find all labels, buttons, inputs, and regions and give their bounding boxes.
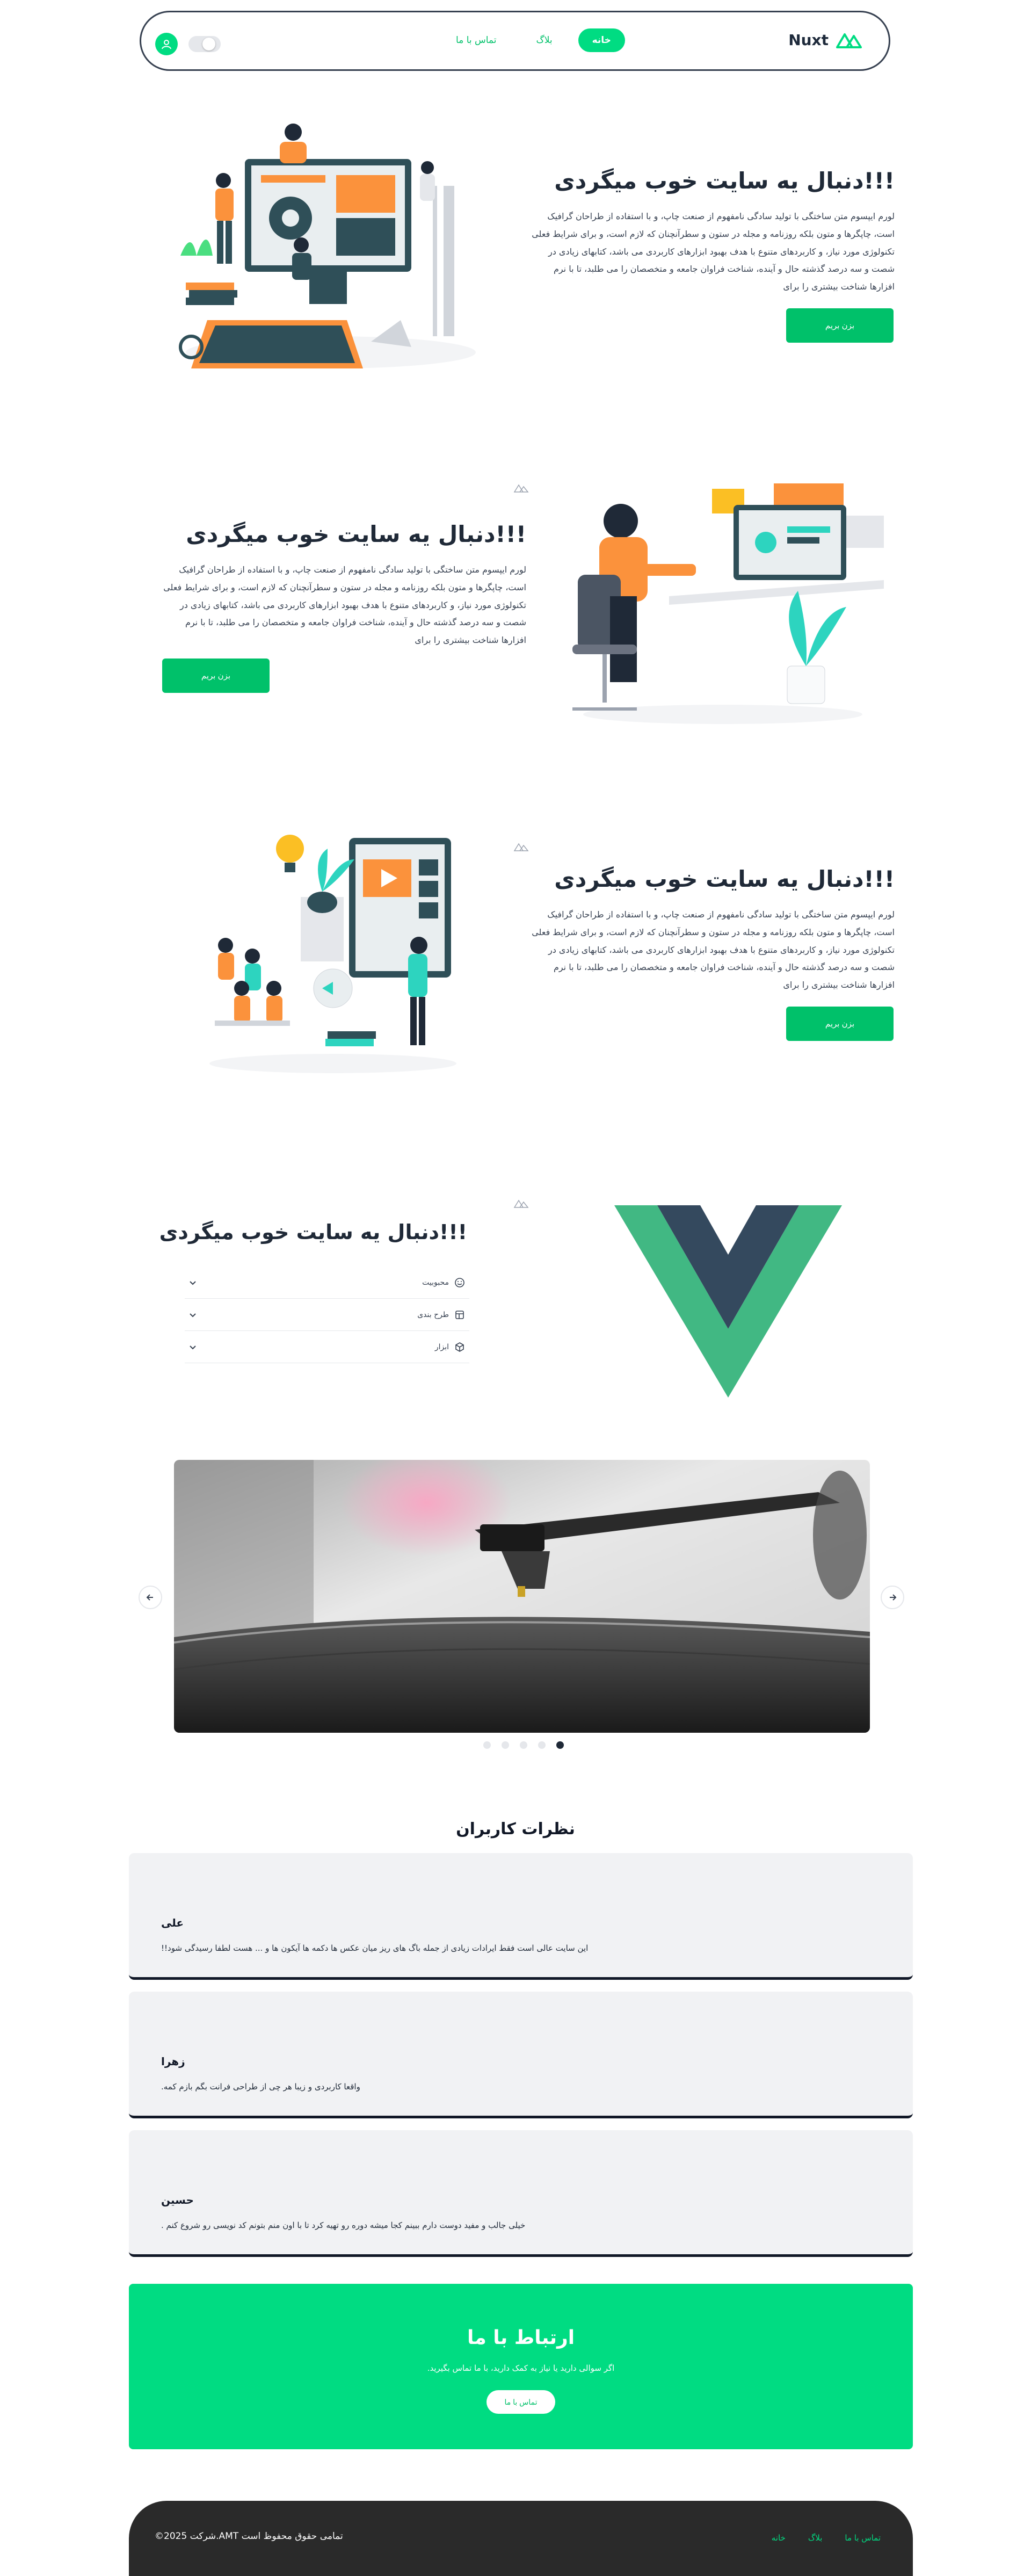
user-icon bbox=[162, 40, 171, 49]
carousel-prev-button[interactable] bbox=[139, 1586, 162, 1609]
contact-section: ارتباط با ما اگر سوالی دارید یا نیاز به … bbox=[129, 2284, 913, 2449]
nav-link-contact[interactable]: تماس با ما bbox=[442, 28, 511, 52]
footer-link-home[interactable]: خانه bbox=[772, 2533, 786, 2543]
comment-text: خیلی جالب و مفید دوست دارم ببینم کجا میش… bbox=[161, 2220, 526, 2230]
accordion-label-group: ابزار bbox=[435, 1342, 465, 1352]
cta-button-2[interactable]: بزن بریم bbox=[162, 659, 270, 693]
contact-title: ارتباط با ما bbox=[467, 2327, 575, 2349]
carousel-dots bbox=[483, 1741, 564, 1749]
nav-link-home[interactable]: خانه bbox=[578, 28, 625, 52]
features-title: !!!دنبال یه سایت خوب میگردی bbox=[159, 1220, 467, 1244]
accordion-item-layout[interactable]: طرح بندی bbox=[185, 1299, 469, 1331]
brand[interactable]: Nuxt bbox=[788, 31, 862, 49]
footer-links: تماس با ما بلاگ خانه bbox=[772, 2533, 881, 2543]
nav-links: خانه بلاگ تماس با ما bbox=[442, 28, 625, 52]
comment-text: واقعا کاربردی و زیبا هر چی از طراحی فران… bbox=[161, 2082, 360, 2092]
carousel-dot[interactable] bbox=[538, 1741, 546, 1749]
accordion-label: محبوبیت bbox=[422, 1278, 449, 1287]
carousel-dot[interactable] bbox=[502, 1741, 509, 1749]
nuxt-logo-icon bbox=[836, 33, 862, 48]
comment-author: حسین bbox=[161, 2194, 194, 2206]
arrow-left-icon bbox=[146, 1594, 153, 1601]
comment-card: زهرا واقعا کاربردی و زیبا هر چی از طراحی… bbox=[129, 1992, 913, 2118]
comment-card: علی این سایت عالی است فقط ایرادات زیادی … bbox=[129, 1853, 913, 1980]
hero-title-1: !!!دنبال یه سایت خوب میگردی bbox=[554, 168, 895, 194]
box-icon bbox=[455, 1342, 464, 1352]
nav-link-blog[interactable]: بلاگ bbox=[522, 28, 567, 52]
layout-icon bbox=[455, 1310, 464, 1319]
hero-body-2: لورم ایپسوم متن ساختگی با تولید سادگی نا… bbox=[163, 565, 526, 646]
comment-author: زهرا bbox=[161, 2055, 185, 2068]
hero-text-2: !!!دنبال یه سایت خوب میگردی لورم ایپسوم … bbox=[161, 521, 526, 649]
accordion-label-group: محبوبیت bbox=[422, 1277, 465, 1288]
carousel-slide[interactable] bbox=[174, 1460, 870, 1733]
accordion-label: ابزار bbox=[434, 1342, 449, 1351]
hero-text-3: !!!دنبال یه سایت خوب میگردی لورم ایپسوم … bbox=[529, 866, 895, 994]
brand-name: Nuxt bbox=[788, 31, 829, 49]
arrow-right-icon bbox=[890, 1594, 897, 1601]
comments-title: نظرات کاربران bbox=[456, 1820, 575, 1839]
carousel-dot-active[interactable] bbox=[556, 1741, 564, 1749]
team-presentation-illustration bbox=[209, 835, 456, 1073]
team-dashboard-illustration bbox=[179, 124, 476, 368]
accordion-label-group: طرح بندی bbox=[417, 1309, 465, 1320]
accordion-item-tools[interactable]: ابزار bbox=[185, 1331, 469, 1363]
theme-toggle[interactable] bbox=[188, 36, 221, 52]
hero-title-2: !!!دنبال یه سایت خوب میگردی bbox=[186, 521, 526, 547]
nuxt-mini-logo-icon bbox=[513, 484, 529, 493]
comment-author: علی bbox=[161, 1916, 184, 1929]
cta-button-3[interactable]: بزن بریم bbox=[786, 1007, 894, 1041]
footer-copyright: تمامی حقوق محفوظ است AMT.شرکت 2025© bbox=[155, 2531, 343, 2542]
contact-button[interactable]: تماس با ما bbox=[487, 2390, 555, 2414]
vue-logo bbox=[614, 1205, 842, 1398]
chevron-down-icon bbox=[190, 1280, 196, 1285]
smile-icon bbox=[455, 1277, 464, 1287]
user-button[interactable] bbox=[155, 33, 178, 55]
accordion-item-popularity[interactable]: محبوبیت bbox=[185, 1267, 469, 1299]
carousel-dot[interactable] bbox=[520, 1741, 527, 1749]
nuxt-mini-logo-icon bbox=[513, 1199, 529, 1208]
developer-desk-illustration bbox=[572, 483, 884, 724]
accordion-label: طرح بندی bbox=[417, 1310, 449, 1319]
footer: تمامی حقوق محفوظ است AMT.شرکت 2025© تماس… bbox=[129, 2501, 913, 2576]
navbar: Nuxt خانه بلاگ تماس با ما bbox=[140, 11, 890, 71]
contact-subtitle: اگر سوالی دارید یا نیاز به کمک دارید، با… bbox=[427, 2363, 615, 2373]
comment-card: حسین خیلی جالب و مفید دوست دارم ببینم کج… bbox=[129, 2130, 913, 2257]
hero-text-1: !!!دنبال یه سایت خوب میگردی لورم ایپسوم … bbox=[529, 168, 895, 296]
hero-title-3: !!!دنبال یه سایت خوب میگردی bbox=[554, 866, 895, 892]
footer-link-contact[interactable]: تماس با ما bbox=[845, 2533, 881, 2543]
nuxt-mini-logo-icon bbox=[513, 843, 529, 851]
footer-link-blog[interactable]: بلاگ bbox=[808, 2533, 823, 2543]
cta-button-1[interactable]: بزن بریم bbox=[786, 308, 894, 343]
hero-body-3: لورم ایپسوم متن ساختگی با تولید سادگی نا… bbox=[532, 909, 895, 990]
chevron-down-icon bbox=[190, 1313, 196, 1317]
chevron-down-icon bbox=[190, 1345, 196, 1349]
carousel-next-button[interactable] bbox=[881, 1586, 904, 1609]
comment-text: این سایت عالی است فقط ایرادات زیادی از ج… bbox=[161, 1943, 589, 1953]
hero-body-1: لورم ایپسوم متن ساختگی با تولید سادگی نا… bbox=[532, 211, 895, 292]
turntable-image bbox=[174, 1460, 870, 1733]
carousel-dot[interactable] bbox=[483, 1741, 491, 1749]
features-accordion: محبوبیت طرح بندی ابزار bbox=[185, 1267, 469, 1363]
